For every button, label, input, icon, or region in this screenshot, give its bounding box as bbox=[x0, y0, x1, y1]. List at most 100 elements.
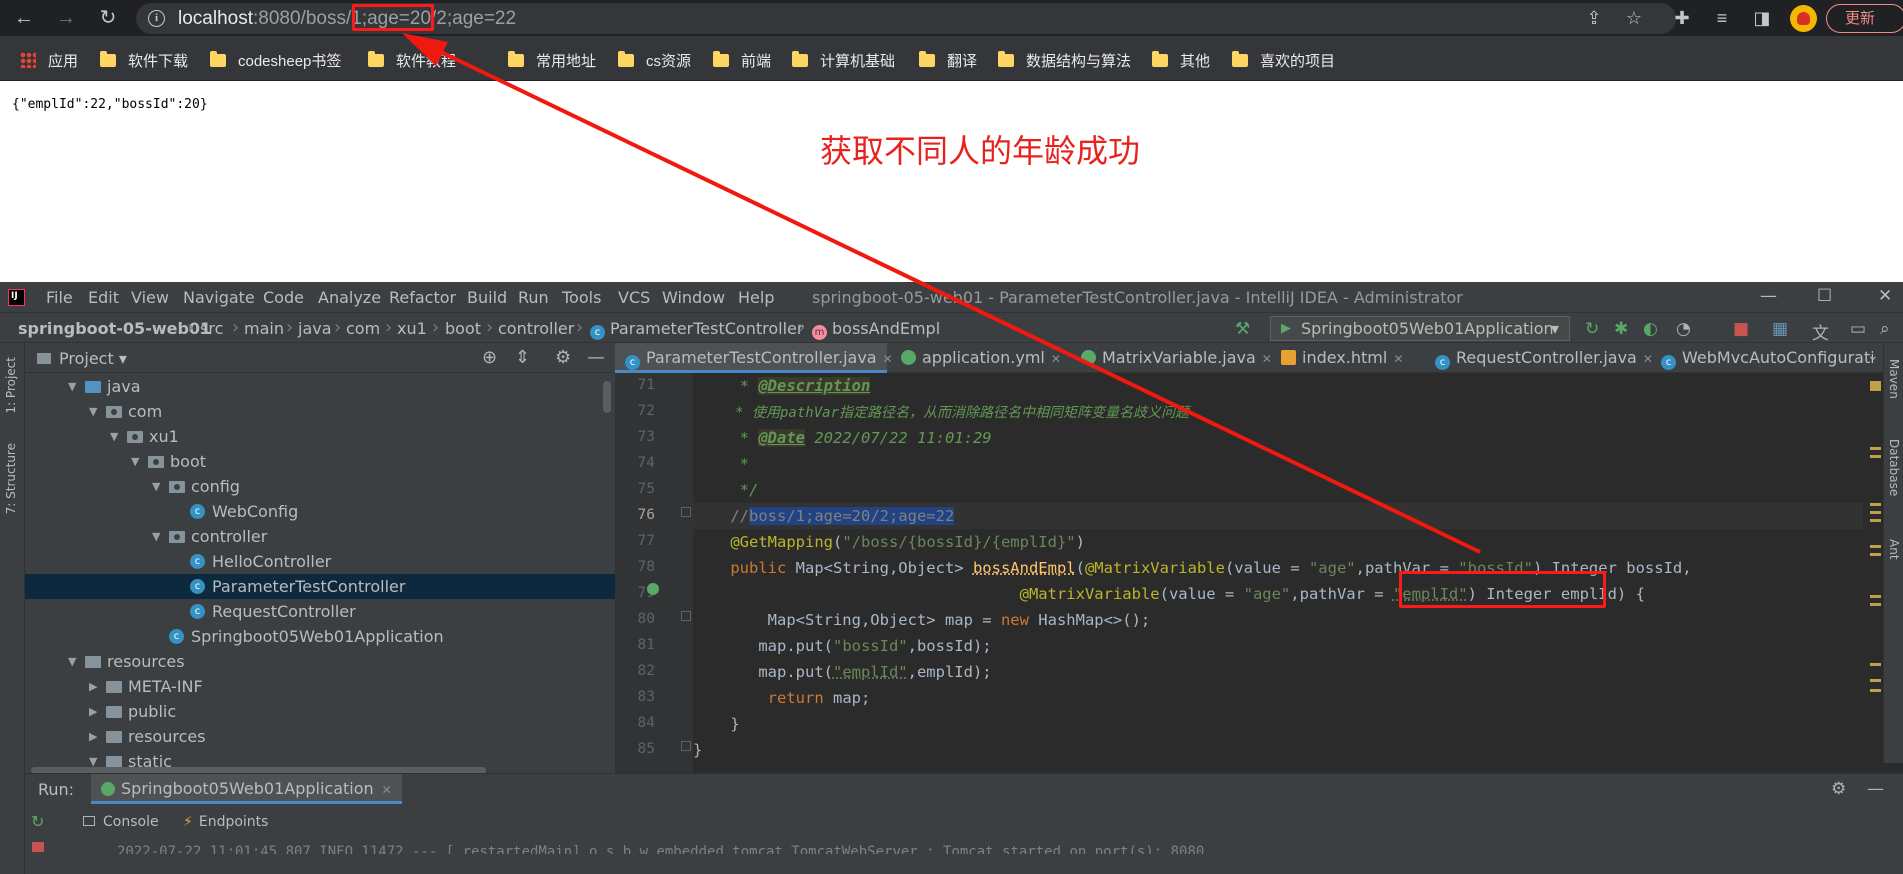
tree-item[interactable]: ▼ resources bbox=[25, 649, 615, 674]
rerun-icon[interactable]: ↻ bbox=[1585, 319, 1599, 339]
menu-tools[interactable]: Tools bbox=[562, 288, 601, 307]
breadcrumb-main[interactable]: main bbox=[244, 319, 284, 338]
tool-tab-ant[interactable]: Ant bbox=[1887, 539, 1901, 560]
bookmark-folder[interactable]: 数据结构与算法 bbox=[998, 50, 1131, 70]
locate-target-icon[interactable]: ⊕ bbox=[482, 347, 497, 368]
tree-item[interactable]: c Springboot05Web01Application bbox=[25, 624, 615, 649]
stop-icon[interactable]: ■ bbox=[1733, 319, 1749, 339]
warning-mark[interactable] bbox=[1870, 447, 1881, 450]
tool-tab-database[interactable]: Database bbox=[1887, 439, 1901, 496]
tree-item[interactable]: ▼ config bbox=[25, 474, 615, 499]
maximize-icon[interactable]: ☐ bbox=[1817, 286, 1832, 306]
coverage-icon[interactable]: ◐ bbox=[1643, 319, 1658, 339]
code-editor[interactable]: * @Description * 使用pathVar指定路径名，从而消除路径名中… bbox=[693, 373, 1883, 773]
menu-analyze[interactable]: Analyze bbox=[318, 288, 381, 307]
tree-item[interactable]: ▶ public bbox=[25, 699, 615, 724]
minimize-icon[interactable]: — bbox=[1760, 286, 1777, 306]
media-list-icon[interactable]: ≡ bbox=[1710, 6, 1734, 30]
tree-item[interactable]: ▼ xu1 bbox=[25, 424, 615, 449]
gear-icon[interactable]: ⚙ bbox=[555, 347, 571, 368]
expand-down-icon[interactable]: ▼ bbox=[152, 474, 160, 499]
warning-mark[interactable] bbox=[1870, 503, 1881, 506]
expand-down-icon[interactable]: ▼ bbox=[110, 424, 118, 449]
expand-right-icon[interactable]: ▶ bbox=[89, 724, 97, 749]
bookmark-folder[interactable]: cs资源 bbox=[618, 50, 691, 70]
bookmark-folder[interactable]: 常用地址 bbox=[508, 50, 596, 70]
breadcrumb-class[interactable]: c ParameterTestController bbox=[590, 319, 803, 340]
tab-requestcontroller[interactable]: c RequestController.java ✕ bbox=[1425, 343, 1653, 373]
bookmark-folder[interactable]: 前端 bbox=[713, 50, 771, 70]
update-button[interactable]: 更新 bbox=[1826, 4, 1903, 33]
extensions-icon[interactable]: ✚ bbox=[1670, 6, 1694, 30]
tab-application-yml[interactable]: application.yml ✕ bbox=[891, 343, 1067, 373]
endpoints-tab[interactable]: ⚡ Endpoints bbox=[183, 814, 268, 830]
breadcrumb-com[interactable]: com bbox=[346, 319, 380, 338]
tree-item[interactable]: ▶ resources bbox=[25, 724, 615, 749]
tree-item[interactable]: c HelloController bbox=[25, 549, 615, 574]
menu-run[interactable]: Run bbox=[518, 288, 549, 307]
menu-code[interactable]: Code bbox=[263, 288, 304, 307]
breadcrumb-java[interactable]: java bbox=[298, 319, 332, 338]
tree-item[interactable]: ▼ boot bbox=[25, 449, 615, 474]
site-info-icon[interactable]: i bbox=[148, 10, 165, 27]
run-tab-application[interactable]: Springboot05Web01Application ✕ bbox=[91, 774, 402, 804]
search-icon[interactable]: ⌕ bbox=[1880, 319, 1890, 339]
menu-window[interactable]: Window bbox=[662, 288, 725, 307]
debug-bug-icon[interactable]: ✱ bbox=[1614, 319, 1628, 339]
close-icon[interactable]: ✕ bbox=[1878, 286, 1892, 306]
warning-mark[interactable] bbox=[1870, 595, 1881, 598]
expand-right-icon[interactable]: ▶ bbox=[89, 699, 97, 724]
presentation-icon[interactable]: ▭ bbox=[1850, 319, 1866, 339]
expand-down-icon[interactable]: ▼ bbox=[68, 374, 76, 399]
run-configuration-select[interactable]: Springboot05Web01Application▾ bbox=[1270, 316, 1570, 341]
bookmark-folder[interactable]: 喜欢的项目 bbox=[1232, 50, 1335, 70]
url-text[interactable]: localhost:8080/boss/1;age=20/2;age=22 bbox=[178, 8, 516, 29]
warning-mark[interactable] bbox=[1870, 553, 1881, 556]
bookmark-folder[interactable]: 计算机基础 bbox=[792, 50, 895, 70]
bookmark-folder[interactable]: 翻译 bbox=[919, 50, 977, 70]
tab-overflow-chevron-icon[interactable]: ⌄ bbox=[1867, 348, 1879, 364]
tree-item[interactable]: ▼ java bbox=[25, 374, 615, 399]
breadcrumb-xu1[interactable]: xu1 bbox=[397, 319, 427, 338]
warning-mark[interactable] bbox=[1870, 455, 1881, 458]
profiler-icon[interactable]: ◔ bbox=[1676, 319, 1691, 339]
back-arrow-icon[interactable]: ← bbox=[10, 5, 38, 31]
warning-mark[interactable] bbox=[1870, 511, 1881, 514]
tool-tab-maven[interactable]: Maven bbox=[1887, 359, 1901, 399]
fold-marker-icon[interactable] bbox=[681, 741, 691, 751]
tree-item[interactable]: ▼ controller bbox=[25, 524, 615, 549]
warning-mark[interactable] bbox=[1870, 679, 1881, 682]
tab-webmvcautoconfiguration[interactable]: c WebMvcAutoConfiguratio bbox=[1651, 343, 1873, 373]
tree-item[interactable]: c ParameterTestController bbox=[25, 574, 615, 599]
tab-index-html[interactable]: index.html ✕ bbox=[1271, 343, 1421, 373]
tool-tab-structure[interactable]: 7: Structure bbox=[4, 443, 18, 514]
tool-tab-project[interactable]: 1: Project bbox=[4, 357, 18, 414]
tab-parametertestcontroller[interactable]: c ParameterTestController.java ✕ bbox=[615, 343, 893, 373]
hide-panel-icon[interactable]: — bbox=[1867, 779, 1884, 799]
spring-mapping-gutter-icon[interactable] bbox=[647, 583, 659, 595]
console-output[interactable]: 2022-07-22 11:01:45.807 INFO 11472 --- [… bbox=[117, 844, 1617, 854]
fold-marker-icon[interactable] bbox=[681, 611, 691, 621]
expand-down-icon[interactable]: ▼ bbox=[152, 524, 160, 549]
warning-mark[interactable] bbox=[1870, 519, 1881, 522]
menu-help[interactable]: Help bbox=[738, 288, 774, 307]
warning-mark[interactable] bbox=[1870, 381, 1881, 391]
breadcrumb-controller[interactable]: controller bbox=[498, 319, 574, 338]
expand-right-icon[interactable]: ▶ bbox=[89, 674, 97, 699]
editor-error-stripe[interactable] bbox=[1868, 373, 1883, 773]
translate-icon[interactable]: 文 bbox=[1812, 319, 1829, 344]
fold-marker-icon[interactable] bbox=[681, 507, 691, 517]
breadcrumb-src[interactable]: src bbox=[200, 319, 223, 338]
menu-file[interactable]: File bbox=[46, 288, 73, 307]
bookmark-folder[interactable]: codesheep书签 bbox=[210, 50, 341, 70]
close-icon[interactable]: ✕ bbox=[382, 783, 392, 797]
side-panel-icon[interactable]: ◨ bbox=[1750, 6, 1774, 30]
gear-icon[interactable]: ⚙ bbox=[1831, 779, 1846, 799]
reload-icon[interactable]: ↻ bbox=[94, 5, 122, 31]
share-icon[interactable]: ⇪ bbox=[1582, 6, 1606, 30]
tab-matrixvariable[interactable]: MatrixVariable.java ✕ bbox=[1071, 343, 1272, 373]
forward-arrow-icon[interactable]: → bbox=[52, 5, 80, 31]
breadcrumb-method[interactable]: m bossAndEmpl bbox=[812, 319, 940, 340]
expand-down-icon[interactable]: ▼ bbox=[89, 399, 97, 424]
console-tab[interactable]: Console bbox=[83, 814, 159, 830]
